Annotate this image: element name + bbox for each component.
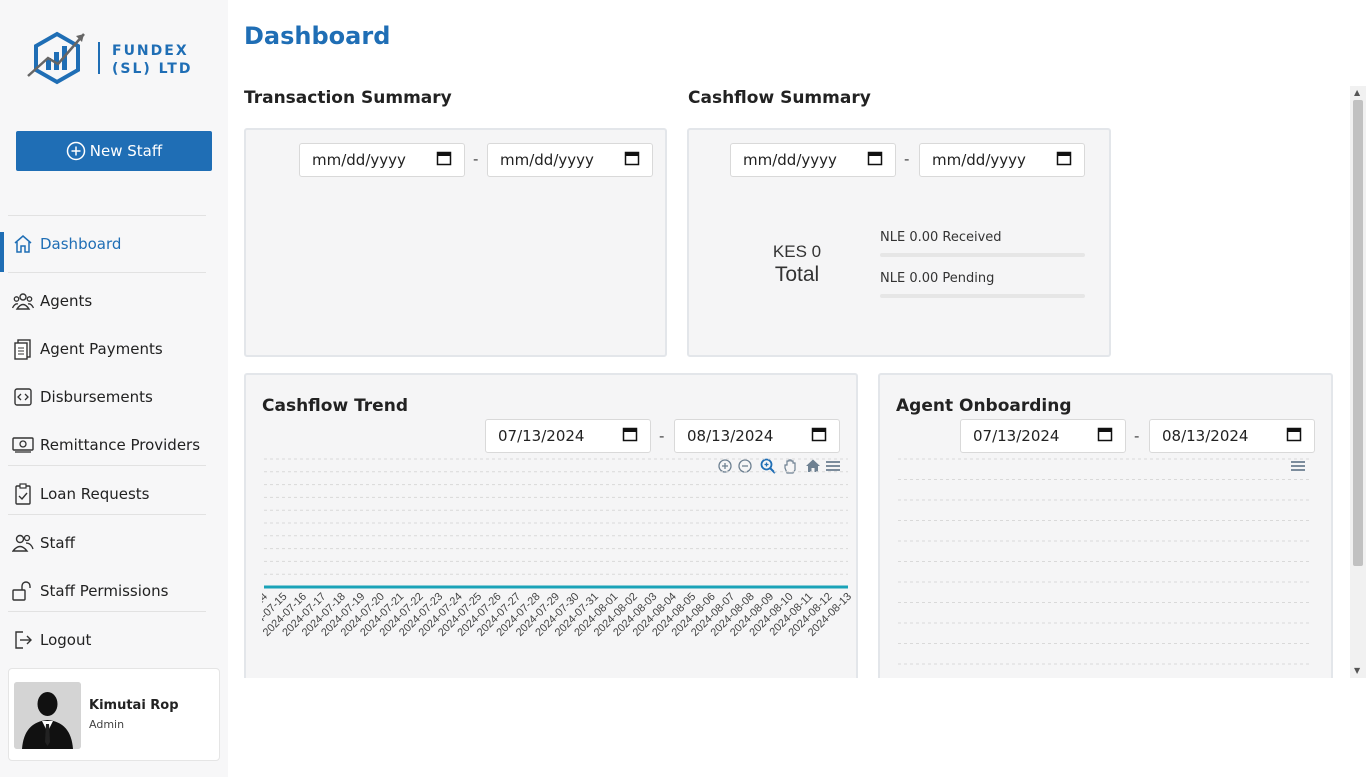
sidebar-item-label: Agent Payments	[40, 340, 163, 358]
date-separator: -	[1134, 427, 1140, 445]
cashflow-summary-title: Cashflow Summary	[688, 88, 871, 108]
date-value: 08/13/2024	[687, 427, 774, 445]
page-scrollbar[interactable]: ▲ ▼	[1350, 86, 1366, 678]
brand-line-2: (SL) LTD	[112, 61, 193, 77]
calendar-icon	[867, 150, 883, 170]
agent-onboarding-chart	[896, 457, 1316, 679]
cashflow-trend-chart: 2024-07-14 2024-07-15 2024-07-16 2024-07-17…	[262, 457, 856, 679]
sidebar: FUNDEX (SL) LTD New Staff Dashboard Agen…	[0, 0, 228, 777]
sidebar-item-agent-payments[interactable]: Agent Payments	[0, 329, 220, 369]
date-placeholder: mm/dd/yyyy	[500, 151, 594, 169]
cashflow-summary-card: mm/dd/yyyy - mm/dd/yyyy KES 0 Total NLE …	[687, 128, 1111, 357]
scroll-down-icon[interactable]: ▼	[1354, 666, 1360, 675]
cashflow-from-date-input[interactable]: mm/dd/yyyy	[730, 143, 896, 177]
transaction-from-date-input[interactable]: mm/dd/yyyy	[299, 143, 465, 177]
brand-logo[interactable]: FUNDEX (SL) LTD	[26, 28, 206, 88]
new-staff-label: New Staff	[89, 142, 163, 160]
calendar-icon	[624, 150, 640, 170]
logo-divider	[98, 42, 100, 74]
avatar	[14, 682, 81, 749]
calendar-icon	[436, 150, 452, 170]
user-card[interactable]: Kimutai Rop Admin	[8, 668, 220, 761]
received-progress-bar	[880, 253, 1085, 257]
sidebar-item-logout[interactable]: Logout	[0, 620, 220, 660]
calendar-icon	[1286, 426, 1302, 446]
plus-circle-icon	[66, 141, 86, 161]
date-separator: -	[659, 427, 665, 445]
users-icon	[12, 290, 34, 312]
date-value: 07/13/2024	[973, 427, 1060, 445]
home-icon	[12, 233, 34, 255]
logout-icon	[12, 629, 34, 651]
date-placeholder: mm/dd/yyyy	[743, 151, 837, 169]
calendar-icon	[1097, 426, 1113, 446]
page-title: Dashboard	[244, 22, 391, 50]
onboarding-to-date-input[interactable]: 08/13/2024	[1149, 419, 1315, 453]
calendar-icon	[622, 426, 638, 446]
sidebar-item-label: Logout	[40, 631, 92, 649]
cashflow-trend-svg: 2024-07-142024-07-152024-07-162024-07-17…	[262, 458, 854, 639]
total-amount: KES 0	[772, 242, 822, 261]
date-value: 07/13/2024	[498, 427, 585, 445]
nav-divider	[8, 514, 206, 515]
transaction-summary-card: mm/dd/yyyy - mm/dd/yyyy	[244, 128, 667, 357]
date-separator: -	[473, 150, 479, 168]
agent-onboarding-title: Agent Onboarding	[896, 396, 1072, 416]
total-label: Total	[774, 263, 820, 286]
date-separator: -	[904, 150, 910, 168]
sidebar-item-agents[interactable]: Agents	[0, 281, 220, 321]
sidebar-item-staff-permissions[interactable]: Staff Permissions	[0, 571, 220, 611]
onboarding-from-date-input[interactable]: 07/13/2024	[960, 419, 1126, 453]
trend-to-date-input[interactable]: 08/13/2024	[674, 419, 840, 453]
brand-line-1: FUNDEX	[112, 43, 189, 59]
main-content: Dashboard Transaction Summary mm/dd/yyyy…	[228, 0, 1366, 777]
transaction-summary-title: Transaction Summary	[244, 88, 452, 108]
date-placeholder: mm/dd/yyyy	[932, 151, 1026, 169]
code-box-icon	[12, 386, 34, 408]
date-placeholder: mm/dd/yyyy	[312, 151, 406, 169]
sidebar-item-staff[interactable]: Staff	[0, 523, 220, 563]
sidebar-item-label: Loan Requests	[40, 485, 150, 503]
people-icon	[12, 532, 34, 554]
scroll-up-icon[interactable]: ▲	[1354, 88, 1360, 97]
logo-icon	[27, 31, 85, 85]
trend-from-date-input[interactable]: 07/13/2024	[485, 419, 651, 453]
pending-progress-bar	[880, 294, 1085, 298]
cashflow-trend-title: Cashflow Trend	[262, 396, 408, 416]
cashflow-to-date-input[interactable]: mm/dd/yyyy	[919, 143, 1085, 177]
money-icon	[12, 434, 34, 456]
calendar-icon	[811, 426, 827, 446]
pending-label: NLE 0.00 Pending	[880, 271, 995, 286]
content-fold	[228, 678, 1366, 777]
unlock-icon	[12, 580, 34, 602]
nav-divider	[8, 272, 206, 273]
brand-name: FUNDEX (SL) LTD	[112, 42, 192, 78]
sidebar-item-label: Staff	[40, 534, 75, 552]
nav-divider	[8, 465, 206, 466]
sidebar-item-label: Dashboard	[40, 235, 122, 253]
receipt-icon	[12, 338, 34, 360]
sidebar-item-label: Remittance Providers	[40, 436, 201, 454]
sidebar-item-remittance-providers[interactable]: Remittance Providers	[0, 425, 220, 465]
agent-onboarding-svg	[898, 458, 1310, 665]
sidebar-item-label: Staff Permissions	[40, 582, 169, 600]
date-value: 08/13/2024	[1162, 427, 1249, 445]
nav-divider	[8, 611, 206, 612]
user-name: Kimutai Rop	[89, 698, 179, 713]
sidebar-item-dashboard[interactable]: Dashboard	[0, 224, 220, 272]
scrollbar-thumb[interactable]	[1353, 100, 1363, 566]
nav-divider	[8, 215, 206, 216]
sidebar-item-loan-requests[interactable]: Loan Requests	[0, 474, 220, 514]
user-role: Admin	[89, 718, 125, 731]
calendar-icon	[1056, 150, 1072, 170]
agent-onboarding-card: Agent Onboarding 07/13/2024 - 08/13/2024	[878, 373, 1333, 693]
transaction-to-date-input[interactable]: mm/dd/yyyy	[487, 143, 653, 177]
received-label: NLE 0.00 Received	[880, 230, 1002, 245]
cashflow-trend-card: Cashflow Trend 07/13/2024 - 08/13/2024 2…	[244, 373, 858, 693]
clipboard-check-icon	[12, 483, 34, 505]
sidebar-item-disbursements[interactable]: Disbursements	[0, 377, 220, 417]
sidebar-item-label: Agents	[40, 292, 93, 310]
sidebar-item-label: Disbursements	[40, 388, 153, 406]
new-staff-button[interactable]: New Staff	[16, 131, 212, 171]
